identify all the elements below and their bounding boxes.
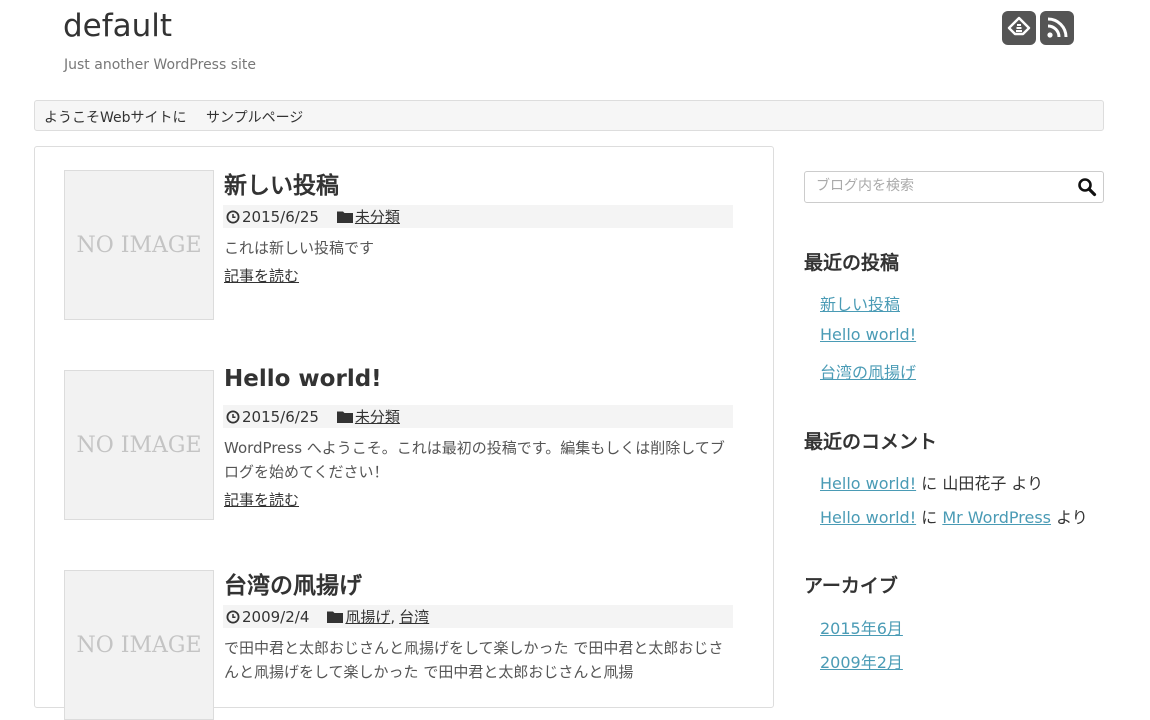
- clock-icon: [226, 610, 240, 623]
- search-box: [804, 171, 1104, 203]
- comment-author: 山田花子: [942, 474, 1007, 493]
- clock-icon: [226, 410, 240, 423]
- nav-item-welcome[interactable]: ようこそWebサイトに: [44, 107, 187, 127]
- post-categories: 未分類: [336, 206, 400, 227]
- search-input[interactable]: [805, 172, 1076, 200]
- post-title[interactable]: 台湾の凧揚げ: [224, 566, 362, 600]
- global-nav: ようこそWebサイトに サンプルページ: [34, 100, 1104, 131]
- post-excerpt: で田中君と太郎おじさんと凧揚げをして楽しかった で田中君と太郎おじさんと凧揚げを…: [224, 639, 724, 681]
- post-title[interactable]: Hello world!: [224, 366, 382, 392]
- comment-by-text: より: [1011, 474, 1044, 493]
- post-meta: 2015/6/25 未分類: [223, 405, 733, 428]
- comment-on-text: に: [921, 508, 938, 527]
- recent-comment-item: Hello world! に 山田花子 より: [820, 470, 1043, 494]
- post-categories: 凧揚げ, 台湾: [327, 606, 429, 627]
- comment-on-text: に: [921, 474, 938, 493]
- comment-post-link[interactable]: Hello world!: [820, 474, 916, 493]
- archives-title: アーカイブ: [804, 575, 898, 597]
- post-date-text: 2015/6/25: [242, 207, 319, 226]
- post-date: 2015/6/25: [226, 408, 319, 426]
- folder-icon: [336, 411, 353, 423]
- category-link[interactable]: 未分類: [355, 206, 400, 227]
- social-links: [1002, 11, 1074, 45]
- post-meta: 2009/2/4 凧揚げ, 台湾: [223, 605, 733, 628]
- post-date-text: 2009/2/4: [242, 607, 310, 626]
- post-list: NO IMAGE 新しい投稿 2015/6/25 未分類 これは新しい投稿です …: [34, 146, 774, 720]
- category-link[interactable]: 凧揚げ: [345, 606, 390, 627]
- category-link[interactable]: 台湾: [399, 606, 429, 627]
- site-title[interactable]: default: [63, 8, 172, 44]
- feedly-icon: [1007, 16, 1031, 36]
- recent-post-link[interactable]: 新しい投稿: [820, 291, 900, 315]
- post-thumbnail[interactable]: NO IMAGE: [64, 370, 214, 520]
- feedly-button[interactable]: [1002, 11, 1036, 45]
- post-meta: 2015/6/25 未分類: [223, 205, 733, 228]
- post-title[interactable]: 新しい投稿: [224, 166, 339, 200]
- rss-button[interactable]: [1040, 11, 1074, 45]
- folder-icon: [336, 211, 353, 223]
- archive-link[interactable]: 2015年6月: [820, 615, 903, 639]
- post-thumbnail[interactable]: NO IMAGE: [64, 570, 214, 720]
- recent-comments-title: 最近のコメント: [804, 431, 938, 453]
- search-icon[interactable]: [1077, 177, 1097, 197]
- post-excerpt: WordPress へようこそ。これは最初の投稿です。編集もしくは削除してブログ…: [224, 439, 725, 481]
- recent-post-link[interactable]: 台湾の凧揚げ: [820, 359, 916, 383]
- archive-link[interactable]: 2009年2月: [820, 649, 903, 673]
- post-excerpt: これは新しい投稿です: [224, 239, 375, 257]
- post-thumbnail[interactable]: NO IMAGE: [64, 170, 214, 320]
- comment-post-link[interactable]: Hello world!: [820, 508, 916, 527]
- read-more-link[interactable]: 記事を読む: [224, 489, 299, 510]
- site-tagline: Just another WordPress site: [64, 57, 257, 73]
- category-separator: ,: [390, 607, 396, 626]
- comment-by-text: より: [1056, 508, 1088, 527]
- category-link[interactable]: 未分類: [355, 406, 400, 427]
- read-more-link[interactable]: 記事を読む: [224, 265, 299, 286]
- recent-post-link[interactable]: Hello world!: [820, 325, 916, 344]
- post-date: 2015/6/25: [226, 208, 319, 226]
- nav-item-sample-page[interactable]: サンプルページ: [206, 107, 303, 127]
- clock-icon: [226, 210, 240, 223]
- recent-comment-item: Hello world! に Mr WordPress より: [820, 504, 1088, 528]
- rss-icon: [1047, 17, 1068, 38]
- post-date: 2009/2/4: [226, 608, 309, 626]
- post-categories: 未分類: [336, 406, 400, 427]
- folder-icon: [327, 611, 344, 623]
- recent-posts-title: 最近の投稿: [804, 252, 900, 274]
- comment-author-link[interactable]: Mr WordPress: [942, 508, 1051, 527]
- post-date-text: 2015/6/25: [242, 407, 319, 426]
